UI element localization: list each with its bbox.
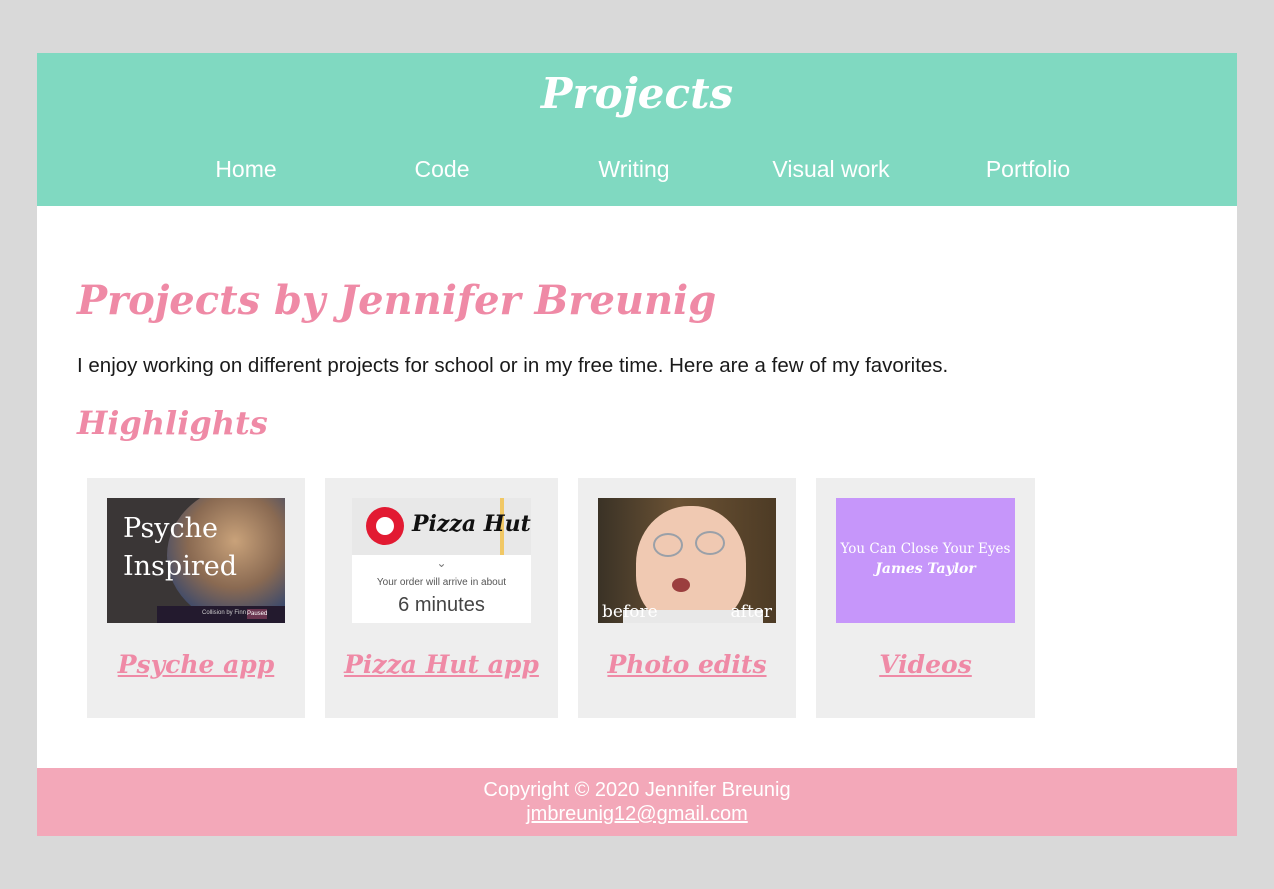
psyche-thumbnail[interactable]: Psyche Inspired Collision by Finn Wiki P… — [107, 498, 285, 623]
nav-writing[interactable]: Writing — [554, 151, 714, 187]
nav-home[interactable]: Home — [166, 151, 326, 187]
intro-text: I enjoy working on different projects fo… — [77, 354, 949, 377]
nav-visual-work[interactable]: Visual work — [751, 151, 911, 187]
nav-code[interactable]: Code — [362, 151, 522, 187]
video-title: You Can Close Your Eyes — [840, 541, 1011, 557]
glasses-right-icon — [695, 531, 725, 555]
photo-edits-link[interactable]: Photo edits — [578, 648, 796, 682]
email-link[interactable]: jmbreunig12@gmail.com — [37, 802, 1237, 826]
project-card-videos: You Can Close Your Eyes James Taylor Vid… — [816, 478, 1035, 718]
project-card-psyche: Psyche Inspired Collision by Finn Wiki P… — [87, 478, 305, 718]
pizza-hut-logo-inner — [376, 517, 394, 535]
main-nav: Home Code Writing Visual work Portfolio — [37, 151, 1237, 187]
order-caption: Your order will arrive in about — [376, 577, 507, 588]
site-header: Projects Home Code Writing Visual work P… — [37, 53, 1237, 206]
before-label: before — [602, 602, 658, 622]
photo-edits-thumbnail[interactable]: before after — [598, 498, 776, 623]
copyright-text: Copyright © 2020 Jennifer Breunig — [483, 779, 791, 801]
project-card-photo-edits: before after Photo edits — [578, 478, 796, 718]
page-container: Projects Home Code Writing Visual work P… — [37, 53, 1237, 836]
video-artist: James Taylor — [875, 561, 976, 577]
order-eta: 6 minutes — [398, 594, 485, 616]
after-label: after — [730, 602, 772, 622]
page-heading: Projects by Jennifer Breunig — [77, 277, 717, 324]
highlights-heading: Highlights — [77, 404, 268, 442]
pizza-hut-wordmark: Pizza Hut — [412, 511, 531, 537]
videos-link[interactable]: Videos — [816, 648, 1035, 682]
psyche-app-link[interactable]: Psyche app — [87, 648, 305, 682]
chevron-down-icon: ⌄ — [436, 556, 447, 570]
pizza-hut-thumbnail[interactable]: Pizza Hut ⌄ Your order will arrive in ab… — [352, 498, 531, 623]
psyche-thumbnail-text: Psyche Inspired — [123, 513, 237, 582]
site-footer: Copyright © 2020 Jennifer Breunig jmbreu… — [37, 768, 1237, 836]
mouth-shape — [672, 578, 690, 592]
nav-portfolio[interactable]: Portfolio — [948, 151, 1108, 187]
videos-thumbnail[interactable]: You Can Close Your Eyes James Taylor — [836, 498, 1015, 623]
glasses-left-icon — [653, 533, 683, 557]
site-title: Projects — [540, 69, 734, 118]
pizza-hut-app-link[interactable]: Pizza Hut app — [325, 648, 558, 682]
project-card-pizza-hut: Pizza Hut ⌄ Your order will arrive in ab… — [325, 478, 558, 718]
paused-badge: Paused — [247, 609, 268, 619]
